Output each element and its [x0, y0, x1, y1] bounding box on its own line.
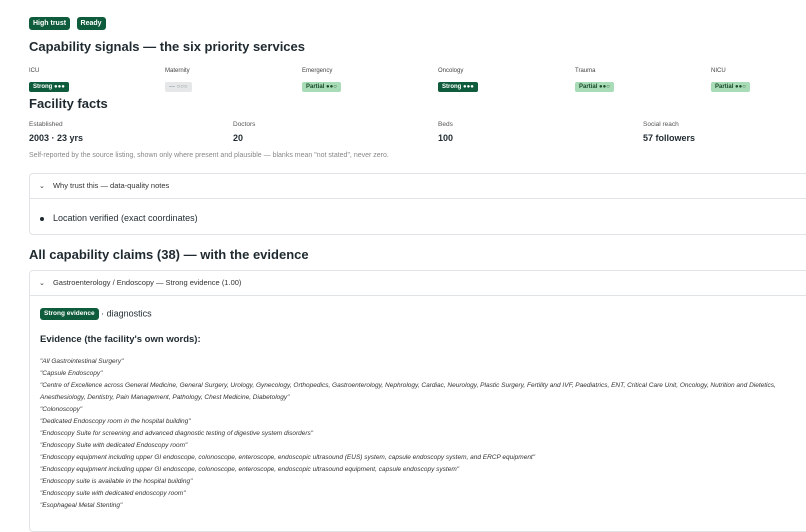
fact-doctors: Doctors 20 [233, 121, 255, 143]
trust-notes-toggle-label: Why trust this — data-quality notes [52, 181, 170, 190]
evidence-title: Evidence (the facility's own words): [40, 334, 201, 345]
fact-label: Doctors [233, 121, 256, 128]
evidence-quote: "Endoscopy equipment including upper GI … [40, 454, 536, 461]
fact-label: Established [29, 121, 63, 128]
fact-value: 20 [233, 133, 244, 143]
signal-oncology: Oncology Strong ●●● [438, 67, 478, 93]
ready-badge: Ready [76, 17, 106, 30]
capability-claims-title: All capability claims (38) — with the ev… [29, 247, 309, 262]
signal-label: NICU [711, 68, 726, 74]
evidence-quotes: "All Gastrointestinal Surgery" "Capsule … [40, 356, 806, 512]
list-item: Location verified (exact coordinates) [40, 213, 198, 223]
fact-social-reach: Social reach 57 followers [643, 121, 695, 143]
evidence-quote: "Colonoscopy" [40, 406, 83, 413]
status-badges: High trust Ready [29, 12, 108, 30]
fact-established: Established 2003 · 23 yrs [29, 121, 83, 143]
signal-pill: Partial ●●○ [575, 82, 614, 92]
signal-pill: Strong ●●● [438, 82, 478, 92]
signal-pill: Partial ●●○ [302, 82, 341, 92]
trust-notes-toggle[interactable]: ⌄ Why trust this — data-quality notes [30, 174, 806, 199]
evidence-quote: "Dedicated Endoscopy room in the hospita… [40, 418, 191, 425]
evidence-quote: "Centre of Excellence across General Med… [40, 382, 776, 401]
signal-pill: — ○○○ [165, 82, 192, 92]
evidence-quote: "Endoscopy Suite for screening and advan… [40, 430, 314, 437]
claim-summary: Strong evidence · diagnostics [40, 308, 152, 320]
evidence-quote: "Endoscopy equipment including upper GI … [40, 466, 460, 473]
signal-label: ICU [29, 68, 40, 74]
signal-label: Trauma [575, 68, 596, 74]
evidence-quote: "Esophageal Metal Stenting" [40, 502, 123, 509]
facility-facts-title: Facility facts [29, 96, 108, 111]
bullet-icon [40, 216, 44, 221]
fact-value: 100 [438, 133, 454, 143]
signal-pill: Strong ●●● [29, 82, 69, 92]
fact-label: Beds [438, 121, 453, 128]
fact-value: 2003 · 23 yrs [29, 133, 84, 143]
claim-toggle[interactable]: ⌄ Gastroenterology / Endoscopy — Strong … [30, 271, 806, 296]
signal-maternity: Maternity — ○○○ [165, 67, 192, 93]
fact-beds: Beds 100 [438, 121, 453, 143]
evidence-quote: "Endoscopy suite with dedicated endoscop… [40, 490, 186, 497]
signal-label: Emergency [302, 68, 333, 74]
capability-signals-title: Capability signals — the six priority se… [29, 39, 305, 54]
evidence-quote: "Endoscopy Suite with dedicated Endoscop… [40, 442, 188, 449]
fact-value: 57 followers [643, 133, 696, 143]
fact-label: Social reach [643, 121, 679, 128]
trust-note-text: Location verified (exact coordinates) [53, 213, 198, 223]
high-trust-badge: High trust [29, 17, 71, 30]
signal-trauma: Trauma Partial ●●○ [575, 67, 614, 93]
evidence-quote: "All Gastrointestinal Surgery" [40, 358, 124, 365]
evidence-quote: "Capsule Endoscopy" [40, 370, 103, 377]
claim-panel: ⌄ Gastroenterology / Endoscopy — Strong … [29, 270, 806, 532]
chevron-down-icon: ⌄ [39, 183, 45, 190]
chevron-down-icon: ⌄ [39, 280, 45, 287]
signal-label: Oncology [438, 68, 464, 74]
facts-disclaimer: Self-reported by the source listing, sho… [29, 152, 389, 159]
claim-toggle-label: Gastroenterology / Endoscopy — Strong ev… [52, 278, 242, 287]
evidence-strength-badge: Strong evidence [40, 308, 99, 320]
signal-icu: ICU Strong ●●● [29, 67, 69, 93]
signal-emergency: Emergency Partial ●●○ [302, 67, 341, 93]
signal-label: Maternity [165, 68, 190, 74]
trust-notes-panel: ⌄ Why trust this — data-quality notes Lo… [29, 173, 806, 235]
evidence-quote: "Endoscopy suite is available in the hos… [40, 478, 193, 485]
signal-nicu: NICU Partial ●●○ [711, 67, 750, 93]
claim-category: · diagnostics [101, 308, 152, 319]
signal-pill: Partial ●●○ [711, 82, 750, 92]
